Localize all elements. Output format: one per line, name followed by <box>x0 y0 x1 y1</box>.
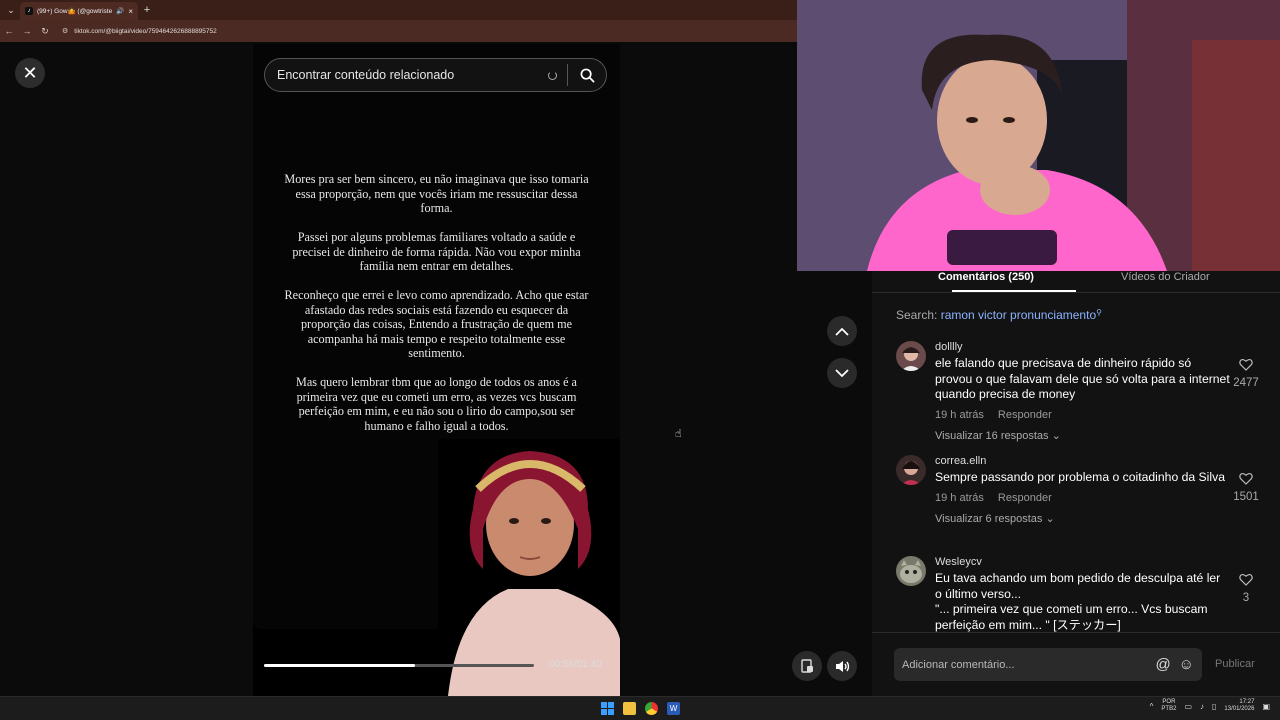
story-paragraph: Passei por alguns problemas familiares v… <box>292 230 581 273</box>
avatar[interactable] <box>896 455 926 485</box>
address-bar[interactable]: ⚙ tiktok.com/@biigtai/video/759464262688… <box>62 23 797 39</box>
view-replies-button[interactable]: Visualizar 6 respostas ⌄ <box>935 512 1230 525</box>
comment-time: 19 h atrás <box>935 491 984 504</box>
publish-button[interactable]: Publicar <box>1215 658 1255 670</box>
comment-username[interactable]: Wesleycv <box>935 556 1230 568</box>
notification-icon[interactable]: ▣ <box>1262 702 1270 711</box>
search-query-link[interactable]: ramon victor pronunciamento <box>941 308 1096 322</box>
loading-icon <box>548 70 557 80</box>
chevron-down-icon: ⌄ <box>1051 429 1061 442</box>
url-text: tiktok.com/@biigtai/video/75946426268888… <box>74 27 217 35</box>
reply-button[interactable]: Responder <box>998 492 1052 504</box>
mouse-cursor-icon: ☝ <box>675 428 682 440</box>
comment-input[interactable]: Adicionar comentário... <box>902 659 1147 671</box>
story-paragraph: Mores pra ser bem sincero, eu não imagin… <box>284 172 589 215</box>
battery-icon[interactable]: ▯ <box>1212 702 1216 711</box>
word-icon[interactable]: W <box>667 702 680 715</box>
heart-icon <box>1239 358 1253 371</box>
system-tray: ^ POR PTB2 ▭ ♪ ▯ 17:27 13/01/2026 ▣ <box>1150 699 1270 713</box>
emoji-icon[interactable]: ☺ <box>1179 656 1194 673</box>
chevron-up-icon[interactable]: ^ <box>1150 702 1154 711</box>
like-count: 2477 <box>1233 377 1259 389</box>
tab-list-icon[interactable]: ⌄ <box>4 3 18 17</box>
file-explorer-icon[interactable] <box>623 702 636 715</box>
heart-icon <box>1239 573 1253 586</box>
reply-button[interactable]: Responder <box>998 409 1052 421</box>
taskbar: W ^ POR PTB2 ▭ ♪ ▯ 17:27 13/01/2026 ▣ <box>0 696 1280 720</box>
forward-icon[interactable]: → <box>18 26 36 36</box>
video-player[interactable]: Encontrar conteúdo relacionado Mores pra… <box>253 44 620 696</box>
language-indicator[interactable]: POR PTB2 <box>1161 699 1176 713</box>
clock[interactable]: 17:27 13/01/2026 <box>1224 699 1254 713</box>
speaker-icon[interactable]: ♪ <box>1200 702 1204 711</box>
network-icon[interactable]: ▭ <box>1184 702 1192 711</box>
comments-tabs: Comentários (250) Vídeos do Criador <box>872 271 1280 293</box>
like-button[interactable]: 2477 <box>1226 358 1266 389</box>
view-replies-button[interactable]: Visualizar 16 respostas ⌄ <box>935 429 1230 442</box>
tab-creator-videos[interactable]: Vídeos do Criador <box>1121 271 1210 283</box>
related-search-bar[interactable]: Encontrar conteúdo relacionado <box>264 58 607 92</box>
video-person-image <box>438 439 620 696</box>
comment-text: Eu tava achando um bom pedido de desculp… <box>935 571 1221 601</box>
tab-title: (99+) Gow🤷 (@gowtriste_) <box>37 8 113 15</box>
comment-text: ele falando que precisava de dinheiro rá… <box>935 356 1230 401</box>
chrome-icon[interactable] <box>645 702 658 715</box>
like-count: 3 <box>1242 592 1250 604</box>
heart-icon <box>1239 472 1253 485</box>
story-paragraph: Mas quero lembrar tbm que ao longo de to… <box>296 375 577 433</box>
comment-text: Sempre passando por problema o coitadinh… <box>935 470 1225 484</box>
search-prefix: Search: <box>896 308 938 322</box>
active-tab-indicator <box>952 290 1076 292</box>
like-button[interactable]: 1501 <box>1226 472 1266 503</box>
tab-comments[interactable]: Comentários (250) <box>938 271 1034 283</box>
avatar[interactable] <box>896 556 926 586</box>
float-player-icon <box>801 659 813 673</box>
comment-text-quote: "... primeira vez que cometi um erro... … <box>935 602 1208 632</box>
search-icon: ⚲ <box>1096 308 1102 317</box>
browser-tab-bar: ⌄ ♪ (99+) Gow🤷 (@gowtriste_) 🔊 × + <box>0 0 797 20</box>
tab-close-icon[interactable]: × <box>128 7 133 16</box>
comment-username[interactable]: correa.elln <box>935 455 1230 467</box>
audio-icon[interactable]: 🔊 <box>116 7 124 15</box>
reload-icon[interactable]: ↻ <box>36 26 54 37</box>
windows-start-icon[interactable] <box>601 702 614 715</box>
chevron-up-icon <box>835 327 849 336</box>
like-count: 1501 <box>1233 491 1259 503</box>
story-text: Mores pra ser bem sincero, eu não imagin… <box>283 172 590 448</box>
volume-icon <box>835 660 849 672</box>
previous-video-button[interactable] <box>827 316 857 346</box>
chevron-down-icon: ⌄ <box>1045 512 1055 525</box>
progress-fill <box>264 664 416 667</box>
search-suggestion[interactable]: Search: ramon victor pronunciamento⚲ <box>896 308 1102 322</box>
float-player-button[interactable] <box>792 651 822 681</box>
browser-tab[interactable]: ♪ (99+) Gow🤷 (@gowtriste_) 🔊 × <box>20 2 138 20</box>
story-paragraph: Reconheço que errei e levo como aprendiz… <box>284 288 589 360</box>
new-tab-button[interactable]: + <box>141 3 153 17</box>
add-comment-field[interactable]: Adicionar comentário... @ ☺ <box>894 648 1202 681</box>
comments-divider <box>872 632 1280 633</box>
avatar[interactable] <box>896 341 926 371</box>
comment-time: 19 h atrás <box>935 408 984 421</box>
search-icon[interactable] <box>568 68 606 83</box>
comment-username[interactable]: dolllly <box>935 341 1230 353</box>
mention-icon[interactable]: @ <box>1155 656 1170 673</box>
next-video-button[interactable] <box>827 358 857 388</box>
like-button[interactable]: 3 <box>1226 573 1266 604</box>
chevron-down-icon <box>835 368 849 377</box>
back-icon[interactable]: ← <box>0 26 18 36</box>
video-time: 00:56/01:40 <box>549 659 602 670</box>
close-video-button[interactable]: ✕ <box>15 58 45 88</box>
search-input[interactable]: Encontrar conteúdo relacionado <box>277 68 548 82</box>
tiktok-favicon-icon: ♪ <box>25 7 33 15</box>
volume-button[interactable] <box>827 651 857 681</box>
webcam-overlay <box>797 0 1280 271</box>
site-info-icon[interactable]: ⚙ <box>62 27 68 35</box>
browser-nav-bar: ← → ↻ ⚙ tiktok.com/@biigtai/video/759464… <box>0 20 797 42</box>
